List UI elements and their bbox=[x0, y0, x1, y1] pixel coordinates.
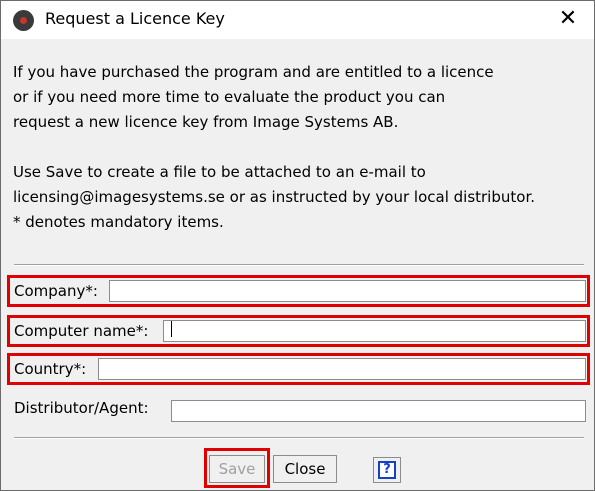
computer-name-row: Computer name*: bbox=[7, 315, 590, 347]
close-button[interactable]: Close bbox=[273, 455, 337, 483]
message-line: If you have purchased the program and ar… bbox=[13, 63, 494, 81]
message-line: * denotes mandatory items. bbox=[13, 213, 224, 231]
computer-name-input[interactable] bbox=[163, 320, 586, 342]
message-line: Use Save to create a file to be attached… bbox=[13, 163, 426, 181]
distributor-input[interactable] bbox=[171, 400, 586, 422]
country-label: Country*: bbox=[14, 360, 87, 378]
country-input[interactable] bbox=[98, 358, 586, 380]
help-icon: ? bbox=[378, 461, 396, 479]
close-icon[interactable]: ✕ bbox=[556, 6, 580, 32]
title-bar: Request a Licence Key ✕ bbox=[1, 1, 594, 39]
app-logo-icon bbox=[13, 10, 34, 31]
message-line: request a new licence key from Image Sys… bbox=[13, 113, 399, 131]
licence-dialog: Request a Licence Key ✕ If you have purc… bbox=[0, 0, 595, 491]
distributor-label: Distributor/Agent: bbox=[14, 399, 149, 417]
message-line: or if you need more time to evaluate the… bbox=[13, 88, 446, 106]
bottom-separator bbox=[14, 437, 584, 439]
distributor-row: Distributor/Agent: bbox=[7, 395, 590, 427]
top-separator bbox=[14, 264, 584, 266]
message-spacer bbox=[13, 135, 587, 160]
dialog-body: If you have purchased the program and ar… bbox=[1, 39, 594, 490]
country-row: Country*: bbox=[7, 353, 590, 385]
computer-name-label: Computer name*: bbox=[14, 322, 149, 340]
company-row: Company*: bbox=[7, 275, 590, 307]
text-caret bbox=[171, 321, 172, 337]
company-input[interactable] bbox=[109, 280, 586, 302]
company-label: Company*: bbox=[14, 282, 98, 300]
info-message: If you have purchased the program and ar… bbox=[13, 60, 587, 235]
window-title: Request a Licence Key bbox=[45, 9, 225, 28]
save-button[interactable]: Save bbox=[209, 455, 265, 483]
message-line: licensing@imagesystems.se or as instruct… bbox=[13, 188, 535, 206]
help-button[interactable]: ? bbox=[373, 457, 401, 483]
